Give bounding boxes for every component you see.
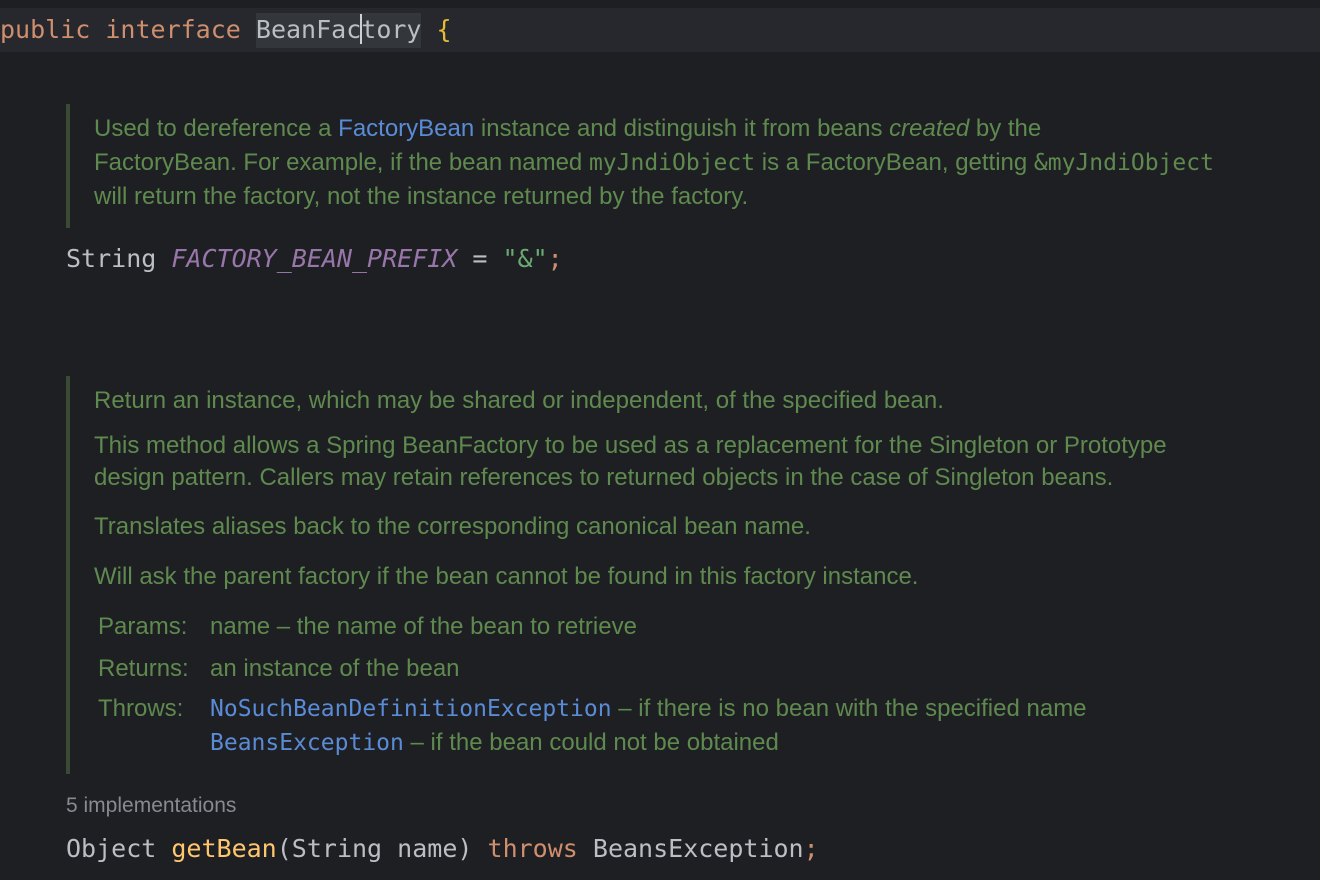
return-type[interactable]: Object	[66, 834, 156, 863]
field-name[interactable]: FACTORY_BEAN_PREFIX	[171, 244, 457, 273]
semicolon: ;	[803, 834, 819, 863]
close-paren: )	[457, 834, 473, 863]
interface-name-part1: BeanFac	[255, 15, 362, 44]
param-description: – the name of the bean to retrieve	[270, 613, 637, 640]
assign-operator: =	[457, 244, 503, 273]
doc1-code: myJndiObject	[588, 150, 756, 176]
params-body: name – the name of the bean to retrieve	[210, 610, 1320, 644]
field-type[interactable]: String	[66, 244, 156, 273]
doc1-emphasis: created	[889, 115, 970, 142]
interface-name-part2: tory	[361, 15, 422, 44]
param-name: name	[210, 613, 271, 640]
returns-label: Returns:	[98, 655, 189, 682]
throws-section: Throws: NoSuchBeanDefinitionException – …	[70, 692, 1320, 760]
doc1-text: instance and distinguish it from beans	[474, 115, 890, 142]
factory-bean-link[interactable]: FactoryBean	[338, 115, 474, 142]
doc2-paragraph-4: Will ask the parent factory if the bean …	[94, 563, 919, 590]
interface-declaration-line[interactable]: public interface BeanFactory {	[0, 13, 452, 48]
throws-item-2-description: – if the bean could not be obtained	[403, 729, 779, 756]
throws-item-2: BeansException – if the bean could not b…	[210, 726, 1320, 760]
open-paren: (	[276, 834, 292, 863]
throws-item-1: NoSuchBeanDefinitionException – if there…	[210, 692, 1320, 726]
doc2-paragraph-2b: design pattern. Callers may retain refer…	[94, 464, 1114, 491]
keyword-throws: throws	[487, 834, 578, 863]
open-brace: {	[436, 15, 452, 44]
method-declaration-line[interactable]: Object getBean(String name) throws Beans…	[66, 832, 819, 866]
field-value: "&"	[502, 244, 548, 273]
implementations-inlay-hint[interactable]: 5 implementations	[66, 792, 236, 820]
returns-description: an instance of the bean	[210, 655, 460, 682]
doc1-line3: will return the factory, not the instanc…	[94, 183, 749, 210]
no-such-bean-definition-exception-link[interactable]: NoSuchBeanDefinitionException	[210, 696, 612, 722]
doc1-line1: Used to dereference a FactoryBean instan…	[70, 112, 1320, 146]
keyword-interface: interface	[105, 15, 241, 44]
doc1-text: is a FactoryBean, getting	[755, 149, 1034, 176]
method-name[interactable]: getBean	[171, 834, 276, 863]
doc2-paragraph-3: Translates aliases back to the correspon…	[94, 513, 811, 540]
returns-section: Returns: an instance of the bean	[70, 652, 1320, 686]
field-declaration-line[interactable]: String FACTORY_BEAN_PREFIX = "&";	[66, 242, 563, 276]
doc1-text: Used to dereference a	[94, 115, 339, 142]
doc1-text: by the	[969, 115, 1042, 142]
doc2-paragraph-2a: This method allows a Spring BeanFactory …	[94, 432, 1167, 459]
javadoc-get-bean: Return an instance, which may be shared …	[66, 376, 1320, 774]
params-section: Params: name – the name of the bean to r…	[70, 610, 1320, 644]
semicolon: ;	[547, 244, 563, 273]
doc2-paragraph-1: Return an instance, which may be shared …	[94, 387, 944, 414]
doc1-code: &myJndiObject	[1033, 150, 1214, 176]
keyword-public: public	[0, 15, 91, 44]
throws-label: Throws:	[98, 695, 184, 722]
param-type[interactable]: String	[292, 834, 382, 863]
params-label: Params:	[98, 613, 188, 640]
interface-name[interactable]: BeanFactory	[255, 13, 422, 48]
thrown-exception[interactable]: BeansException	[593, 834, 804, 863]
param-name[interactable]: name	[397, 834, 457, 863]
beans-exception-link[interactable]: BeansException	[210, 730, 404, 756]
doc1-text: FactoryBean. For example, if the bean na…	[94, 149, 589, 176]
doc1-line2: FactoryBean. For example, if the bean na…	[70, 146, 1320, 180]
throws-body: NoSuchBeanDefinitionException – if there…	[210, 692, 1320, 760]
javadoc-factory-bean-prefix: Used to dereference a FactoryBean instan…	[66, 104, 1320, 228]
code-editor[interactable]: public interface BeanFactory { Used to d…	[0, 0, 1320, 880]
throws-item-1-description: – if there is no bean with the specified…	[611, 695, 1087, 722]
